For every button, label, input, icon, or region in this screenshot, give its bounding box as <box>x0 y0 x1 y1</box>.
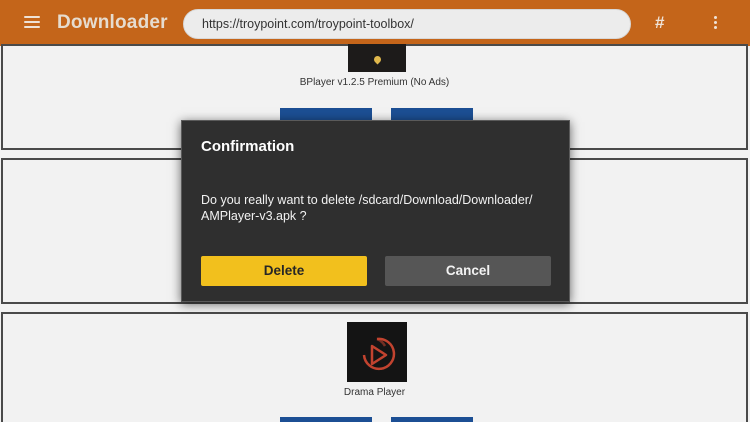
hash-icon[interactable]: # <box>655 13 664 33</box>
dialog-title: Confirmation <box>201 138 295 155</box>
menu-icon[interactable] <box>24 16 40 28</box>
dialog-message: Do you really want to delete /sdcard/Dow… <box>201 192 551 224</box>
app-title: Downloader <box>57 12 168 33</box>
app-name-label: BPlayer v1.2.5 Premium (No Ads) <box>299 77 450 88</box>
app-thumbnail <box>348 44 406 72</box>
delete-button[interactable]: Delete <box>201 256 367 286</box>
dialog-message-line: Do you really want to delete /sdcard/Dow… <box>201 193 533 207</box>
play-icon <box>362 337 396 371</box>
list-action-button[interactable] <box>280 108 372 120</box>
list-action-button[interactable] <box>280 417 372 422</box>
url-text: https://troypoint.com/troypoint-toolbox/ <box>202 17 414 31</box>
app-name-label: Drama Player <box>343 387 406 398</box>
url-input[interactable]: https://troypoint.com/troypoint-toolbox/ <box>183 9 631 39</box>
dialog-message-line: AMPlayer-v3.apk ? <box>201 209 307 223</box>
cancel-button[interactable]: Cancel <box>385 256 551 286</box>
more-vertical-icon[interactable] <box>714 16 718 30</box>
list-action-button[interactable] <box>391 108 473 120</box>
app-bar: Downloader https://troypoint.com/troypoi… <box>0 0 750 46</box>
app-thumbnail <box>347 322 407 382</box>
list-action-button[interactable] <box>391 417 473 422</box>
confirmation-dialog: Confirmation Do you really want to delet… <box>181 120 570 302</box>
list-item[interactable]: Drama Player <box>1 312 748 422</box>
